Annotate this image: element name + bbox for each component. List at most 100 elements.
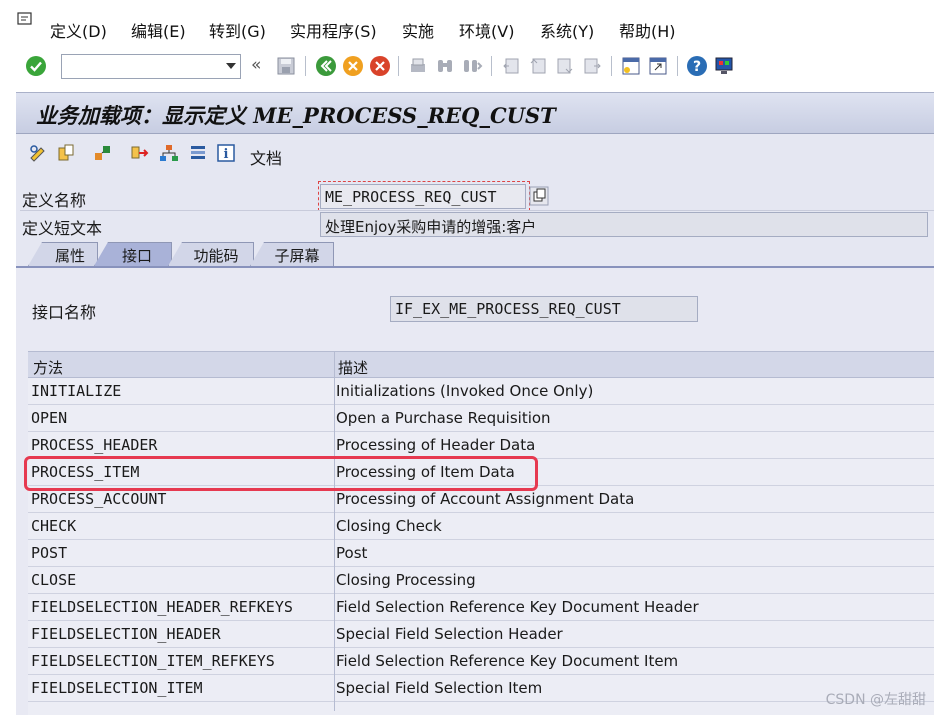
- method-name-cell[interactable]: FIELDSELECTION_HEADER_REFKEYS: [31, 598, 293, 616]
- method-name-cell[interactable]: OPEN: [31, 409, 67, 427]
- method-description-cell: Field Selection Reference Key Document I…: [336, 652, 679, 670]
- table-row[interactable]: [28, 702, 934, 715]
- navigate-icon[interactable]: [130, 143, 150, 163]
- menu-bar: 定义(D) 编辑(E) 转到(G) 实用程序(S) 实施 环境(V) 系统(Y)…: [0, 0, 934, 50]
- system-menu-icon[interactable]: [17, 12, 33, 26]
- method-name-cell[interactable]: POST: [31, 544, 67, 562]
- prev-page-icon[interactable]: [526, 54, 550, 78]
- column-header-description[interactable]: 描述: [338, 357, 368, 378]
- table-row[interactable]: FIELDSELECTION_ITEM_REFKEYS Field Selecti…: [28, 648, 934, 675]
- tab-interface-label: 接口: [121, 247, 152, 265]
- new-session-icon[interactable]: [619, 54, 643, 78]
- table-row[interactable]: INITIALIZE Initializations (Invoked Once …: [28, 378, 934, 405]
- menu-edit[interactable]: 编辑(E): [131, 18, 186, 42]
- copy-icon[interactable]: [529, 186, 549, 206]
- page-title: 业务加载项：显示定义 ME_PROCESS_REQ_CUST: [36, 103, 556, 128]
- method-name-cell[interactable]: INITIALIZE: [31, 382, 121, 400]
- table-row[interactable]: PROCESS_HEADER Processing of Header Data: [28, 432, 934, 459]
- definition-name-label: 定义名称: [22, 191, 87, 210]
- column-header-method[interactable]: 方法: [33, 357, 63, 378]
- find-next-icon[interactable]: [460, 54, 484, 78]
- menu-environment[interactable]: 环境(V): [459, 18, 514, 42]
- cancel-icon[interactable]: [368, 54, 392, 78]
- table-row[interactable]: CHECK Closing Check: [28, 513, 934, 540]
- interface-name-label: 接口名称: [32, 303, 97, 322]
- shortcut-icon[interactable]: [646, 54, 670, 78]
- method-description-cell: Open a Purchase Requisition: [336, 409, 551, 427]
- application-toolbar: i 文档: [16, 134, 934, 174]
- short-text-label: 定义短文本: [22, 219, 103, 238]
- table-row[interactable]: CLOSE Closing Processing: [28, 567, 934, 594]
- where-used-icon[interactable]: [93, 143, 113, 163]
- column-divider: [334, 351, 335, 711]
- title-bar: 业务加载项：显示定义 ME_PROCESS_REQ_CUST: [16, 92, 934, 134]
- highlight-box: [24, 456, 538, 491]
- watermark: CSDN @左甜甜: [825, 692, 926, 708]
- toolbar-separator: [611, 56, 612, 76]
- table-row[interactable]: FIELDSELECTION_HEADER Special Field Selec…: [28, 621, 934, 648]
- method-name-cell[interactable]: FIELDSELECTION_ITEM_REFKEYS: [31, 652, 275, 670]
- tab-attributes-label: 属性: [54, 247, 85, 265]
- find-icon[interactable]: [433, 54, 457, 78]
- method-description-cell: Closing Check: [336, 517, 442, 535]
- print-icon[interactable]: [406, 54, 430, 78]
- toolbar-separator: [398, 56, 399, 76]
- display-change-icon[interactable]: [28, 143, 48, 163]
- command-field[interactable]: [61, 54, 241, 79]
- method-description-cell: Processing of Account Assignment Data: [336, 490, 635, 508]
- method-description-cell: Initializations (Invoked Once Only): [336, 382, 594, 400]
- back-icon[interactable]: [314, 54, 338, 78]
- table-row[interactable]: FIELDSELECTION_HEADER_REFKEYS Field Selec…: [28, 594, 934, 621]
- menu-utilities[interactable]: 实用程序(S): [290, 18, 377, 42]
- save-icon[interactable]: [274, 54, 298, 78]
- menu-definition[interactable]: 定义(D): [50, 18, 107, 42]
- next-page-icon[interactable]: [553, 54, 577, 78]
- collapse-icon[interactable]: «: [251, 55, 261, 75]
- menu-help[interactable]: 帮助(H): [619, 18, 676, 42]
- svg-text:i: i: [224, 147, 229, 162]
- method-description-cell: Closing Processing: [336, 571, 476, 589]
- table-header: 方法 描述: [28, 351, 934, 378]
- method-description-cell: Field Selection Reference Key Document H…: [336, 598, 699, 616]
- method-description-cell: Processing of Header Data: [336, 436, 536, 454]
- standard-toolbar: « ?: [0, 50, 934, 86]
- required-marker: [318, 181, 530, 211]
- table-row[interactable]: FIELDSELECTION_ITEM Special Field Selecti…: [28, 675, 934, 702]
- toolbar-separator: [491, 56, 492, 76]
- interface-name-field[interactable]: IF_EX_ME_PROCESS_REQ_CUST: [390, 296, 698, 322]
- tab-subscreens[interactable]: 子屏幕: [250, 242, 334, 266]
- table-row[interactable]: POST Post: [28, 540, 934, 567]
- table-row[interactable]: OPEN Open a Purchase Requisition: [28, 405, 934, 432]
- help-icon[interactable]: ?: [685, 54, 709, 78]
- layout-icon[interactable]: [712, 54, 736, 78]
- method-description-cell: Special Field Selection Item: [336, 679, 543, 697]
- documentation-button[interactable]: 文档: [250, 145, 282, 169]
- hierarchy-icon[interactable]: [159, 143, 179, 163]
- menu-system[interactable]: 系统(Y): [540, 18, 594, 42]
- info-icon[interactable]: i: [216, 143, 236, 163]
- toolbar-separator: [677, 56, 678, 76]
- method-description-cell: Special Field Selection Header: [336, 625, 563, 643]
- svg-text:?: ?: [693, 59, 701, 75]
- last-page-icon[interactable]: [580, 54, 604, 78]
- list-icon[interactable]: [188, 143, 208, 163]
- tab-function-codes-label: 功能码: [193, 247, 239, 265]
- toolbar-separator: [305, 56, 306, 76]
- enter-icon[interactable]: [24, 54, 48, 78]
- exit-icon[interactable]: [341, 54, 365, 78]
- method-name-cell[interactable]: FIELDSELECTION_ITEM: [31, 679, 203, 697]
- first-page-icon[interactable]: [499, 54, 523, 78]
- tab-function-codes[interactable]: 功能码: [168, 242, 254, 266]
- method-name-cell[interactable]: CHECK: [31, 517, 76, 535]
- method-name-cell[interactable]: PROCESS_ACCOUNT: [31, 490, 166, 508]
- method-name-cell[interactable]: FIELDSELECTION_HEADER: [31, 625, 221, 643]
- short-text-field: 处理Enjoy采购申请的增强:客户: [320, 212, 928, 237]
- method-description-cell: Post: [336, 544, 368, 562]
- chevron-down-icon[interactable]: [226, 63, 236, 69]
- menu-implementation[interactable]: 实施: [402, 18, 434, 42]
- method-name-cell[interactable]: CLOSE: [31, 571, 76, 589]
- tab-subscreens-label: 子屏幕: [274, 247, 320, 265]
- menu-goto[interactable]: 转到(G): [209, 18, 266, 42]
- method-name-cell[interactable]: PROCESS_HEADER: [31, 436, 157, 454]
- other-object-icon[interactable]: [56, 143, 76, 163]
